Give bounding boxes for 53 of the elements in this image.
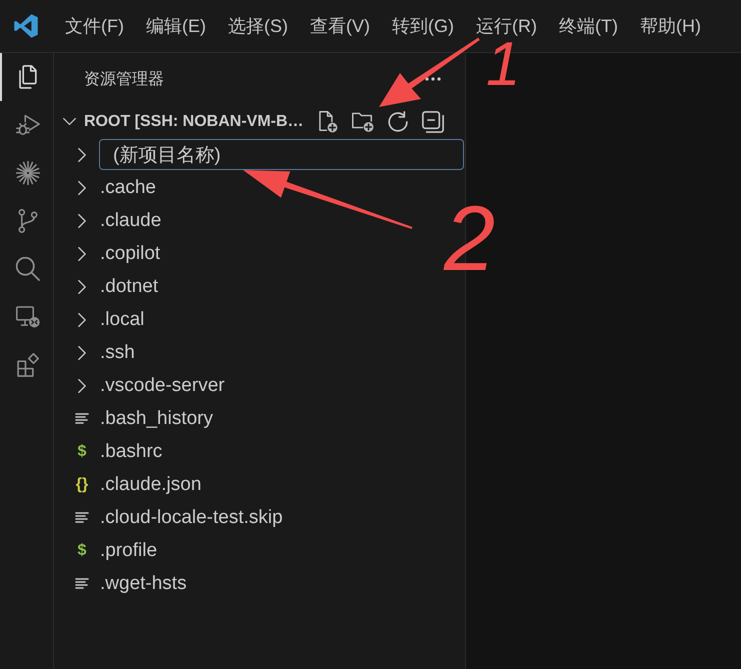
folder-name[interactable]: .cache: [100, 176, 156, 198]
source-control-icon: [16, 209, 40, 233]
dollar-icon: $: [78, 542, 86, 558]
remote-monitor-icon: [16, 305, 40, 329]
more-actions-icon[interactable]: [425, 77, 441, 81]
chevron-right-icon[interactable]: [78, 246, 86, 260]
menu-item[interactable]: 文件(F): [65, 14, 124, 38]
menu-item[interactable]: 终端(T): [558, 14, 618, 38]
chevron-right-icon[interactable]: [78, 346, 86, 360]
new-folder-icon[interactable]: [352, 110, 374, 132]
chevron-down-icon[interactable]: [63, 118, 76, 125]
chevron-right-icon[interactable]: [78, 280, 86, 294]
refresh-icon[interactable]: [387, 110, 409, 132]
text-lines-icon: [75, 413, 89, 424]
menu-item[interactable]: 选择(S): [228, 14, 288, 38]
chevron-right-icon[interactable]: [78, 214, 86, 228]
text-lines-icon: [75, 578, 89, 589]
root-folder-header[interactable]: ROOT [SSH: NOBAN-VM-B…: [84, 112, 304, 130]
bug-play-icon: [16, 113, 40, 137]
folder-name[interactable]: .ssh: [100, 342, 135, 364]
folder-name[interactable]: .copilot: [100, 242, 160, 264]
file-name[interactable]: .bashrc: [100, 440, 162, 462]
menu-item[interactable]: 运行(R): [476, 14, 537, 38]
file-name[interactable]: .wget-hsts: [100, 572, 187, 594]
menu-item[interactable]: 转到(G): [392, 14, 454, 38]
new-file-icon[interactable]: [317, 110, 339, 132]
file-name[interactable]: .profile: [100, 540, 158, 562]
file-name[interactable]: .cloud-locale-test.skip: [100, 506, 283, 528]
name-input[interactable]: (新项目名称): [99, 139, 464, 170]
text-lines-icon: [75, 512, 89, 523]
collapse-all-icon[interactable]: [422, 110, 444, 132]
chevron-right-icon[interactable]: [78, 312, 86, 326]
search-icon: [16, 257, 40, 281]
folder-name[interactable]: .local: [100, 308, 144, 330]
chevron-right-icon[interactable]: [78, 378, 86, 392]
folder-name[interactable]: .claude: [100, 210, 162, 232]
braces-icon: {}: [76, 476, 88, 492]
chevron-right-icon[interactable]: [78, 180, 86, 194]
file-name[interactable]: .bash_history: [100, 408, 214, 430]
sparkle-burst-icon: [16, 161, 40, 185]
file-name[interactable]: .claude.json: [100, 474, 202, 496]
annotation-number: 1: [486, 40, 520, 90]
annotation-number: 2: [444, 193, 496, 285]
chevron-right-icon[interactable]: [78, 148, 86, 162]
folder-name[interactable]: .dotnet: [100, 276, 158, 298]
app-logo-icon: [14, 14, 38, 38]
menu-item[interactable]: 编辑(E): [146, 14, 206, 38]
panel-title: 资源管理器: [84, 70, 164, 90]
folder-name[interactable]: .vscode-server: [100, 374, 225, 396]
menu-item[interactable]: 帮助(H): [640, 14, 701, 38]
dollar-icon: $: [78, 444, 86, 460]
menu-item[interactable]: 查看(V): [310, 14, 370, 38]
extensions-icon: [16, 353, 40, 377]
